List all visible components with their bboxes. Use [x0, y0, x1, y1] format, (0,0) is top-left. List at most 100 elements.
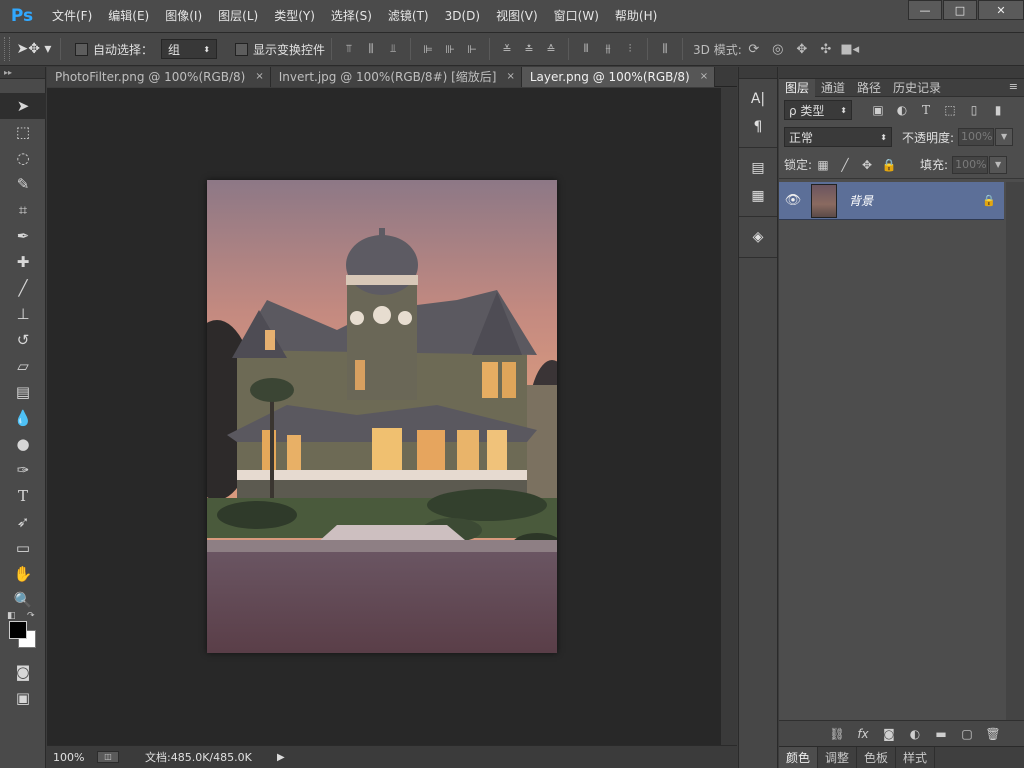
visibility-eye-icon[interactable]: 👁: [779, 193, 807, 208]
filter-smartobject-icon[interactable]: ▯: [962, 100, 986, 120]
menu-edit[interactable]: 编辑(E): [100, 0, 157, 33]
clone-stamp-tool-icon[interactable]: ⊥: [0, 301, 46, 327]
status-info-icon[interactable]: ◫: [97, 751, 119, 763]
opacity-dropdown-icon[interactable]: ▼: [995, 128, 1014, 146]
filter-toggle-icon[interactable]: ▮: [986, 100, 1010, 120]
hand-tool-icon[interactable]: ✋: [0, 561, 46, 587]
paragraph-panel-icon[interactable]: ¶: [739, 113, 777, 141]
close-icon[interactable]: ×: [700, 67, 708, 87]
blur-tool-icon[interactable]: 💧: [0, 405, 46, 431]
menu-layer[interactable]: 图层(L): [210, 0, 266, 33]
distribute-vcenter-icon[interactable]: ≛: [518, 38, 540, 60]
zoom-level[interactable]: 100%: [47, 751, 91, 764]
tab-swatches[interactable]: 色板: [857, 747, 897, 768]
link-layers-icon[interactable]: ⛓: [824, 727, 850, 741]
status-menu-arrow-icon[interactable]: ▶: [277, 752, 285, 763]
tab-photofilter[interactable]: PhotoFilter.png @ 100%(RGB/8) ×: [47, 67, 271, 87]
filter-type-icon[interactable]: T: [914, 100, 938, 120]
new-group-icon[interactable]: ▬: [928, 727, 954, 741]
slide-3d-icon[interactable]: ✣: [814, 38, 838, 60]
swap-colors-icon[interactable]: ↷: [27, 611, 35, 621]
menu-help[interactable]: 帮助(H): [607, 0, 665, 33]
tab-color[interactable]: 颜色: [779, 747, 819, 768]
move-tool-icon[interactable]: ➤: [0, 93, 46, 119]
align-left-icon[interactable]: ⊫: [417, 38, 439, 60]
document-image[interactable]: [207, 180, 557, 653]
restore-button[interactable]: □: [943, 0, 977, 20]
menu-type[interactable]: 类型(Y): [266, 0, 323, 33]
filter-pixel-icon[interactable]: ▣: [866, 100, 890, 120]
layer-style-fx-icon[interactable]: fx: [850, 727, 876, 741]
eyedropper-tool-icon[interactable]: ✒: [0, 223, 46, 249]
toolbox-collapse-icon[interactable]: ▸▸: [0, 67, 45, 79]
filter-adjustment-icon[interactable]: ◐: [890, 100, 914, 120]
lock-image-icon[interactable]: ╱: [834, 155, 856, 175]
dock-collapse-icon[interactable]: [739, 67, 777, 79]
drag-3d-icon[interactable]: ✥: [790, 38, 814, 60]
marquee-tool-icon[interactable]: ⬚: [0, 119, 46, 145]
3d-panel-icon[interactable]: ◈: [739, 223, 777, 251]
crop-tool-icon[interactable]: ⌗: [0, 197, 46, 223]
tab-styles[interactable]: 样式: [896, 747, 936, 768]
tab-paths[interactable]: 路径: [851, 79, 887, 97]
pen-tool-icon[interactable]: ✑: [0, 457, 46, 483]
lasso-tool-icon[interactable]: ◌: [0, 145, 46, 171]
notes-panel-icon[interactable]: ▦: [739, 182, 777, 210]
new-layer-icon[interactable]: ▢: [954, 727, 980, 741]
add-mask-icon[interactable]: ◙: [876, 727, 902, 741]
auto-align-icon[interactable]: ⫼: [654, 38, 676, 60]
distribute-left-icon[interactable]: ⫴: [575, 38, 597, 60]
tab-history[interactable]: 历史记录: [887, 79, 947, 97]
show-transform-checkbox[interactable]: [235, 42, 249, 56]
options-bar-grip[interactable]: [4, 37, 10, 61]
menu-select[interactable]: 选择(S): [323, 0, 380, 33]
tab-layers[interactable]: 图层: [779, 79, 816, 97]
default-colors-icon[interactable]: ◧: [7, 611, 16, 621]
brush-tool-icon[interactable]: ╱: [0, 275, 46, 301]
character-panel-icon[interactable]: A|: [739, 85, 777, 113]
tab-layer[interactable]: Layer.png @ 100%(RGB/8) ×: [521, 67, 716, 87]
auto-select-dropdown[interactable]: 组 ⬍: [161, 39, 218, 59]
align-right-icon[interactable]: ⊩: [461, 38, 483, 60]
lock-position-icon[interactable]: ✥: [856, 155, 878, 175]
menu-file[interactable]: 文件(F): [44, 0, 100, 33]
align-vcenter-icon[interactable]: ⫼: [360, 38, 382, 60]
distribute-top-icon[interactable]: ≚: [496, 38, 518, 60]
scale-3d-icon[interactable]: ■◂: [838, 38, 862, 60]
distribute-bottom-icon[interactable]: ≙: [540, 38, 562, 60]
healing-brush-tool-icon[interactable]: ✚: [0, 249, 46, 275]
tab-channels[interactable]: 通道: [815, 79, 851, 97]
align-hcenter-icon[interactable]: ⊪: [439, 38, 461, 60]
menu-window[interactable]: 窗口(W): [546, 0, 607, 33]
quick-select-tool-icon[interactable]: ✎: [0, 171, 46, 197]
fill-input[interactable]: 100%: [952, 155, 989, 174]
type-tool-icon[interactable]: T: [0, 483, 46, 509]
lock-transparent-icon[interactable]: ▦: [812, 155, 834, 175]
filter-type-dropdown[interactable]: ρ 类型 ⬍: [784, 100, 852, 120]
menu-view[interactable]: 视图(V): [488, 0, 546, 33]
move-tool-preset-icon[interactable]: ➤✥ ▾: [14, 37, 54, 61]
auto-select-checkbox[interactable]: [75, 42, 88, 56]
rotate-3d-icon[interactable]: ⟳: [742, 38, 766, 60]
menu-filter[interactable]: 滤镜(T): [380, 0, 437, 33]
menu-image[interactable]: 图像(I): [157, 0, 210, 33]
menu-3d[interactable]: 3D(D): [437, 0, 488, 33]
lock-all-icon[interactable]: 🔒: [878, 155, 900, 175]
layers-scrollbar[interactable]: [1006, 182, 1024, 720]
delete-layer-icon[interactable]: 🗑: [980, 727, 1006, 741]
close-icon[interactable]: ×: [255, 67, 263, 87]
canvas-vertical-scrollbar[interactable]: [721, 88, 737, 745]
layer-name[interactable]: 背景: [849, 192, 974, 209]
foreground-color-swatch[interactable]: [9, 621, 27, 639]
eraser-tool-icon[interactable]: ▱: [0, 353, 46, 379]
panel-menu-icon[interactable]: ≡: [1009, 80, 1018, 93]
zoom-tool-icon[interactable]: 🔍: [0, 587, 46, 613]
close-icon[interactable]: ×: [506, 67, 514, 87]
close-window-button[interactable]: ✕: [978, 0, 1024, 20]
tab-invert[interactable]: Invert.jpg @ 100%(RGB/8#) [缩放后] ×: [270, 67, 522, 87]
distribute-right-icon[interactable]: ⫶: [619, 38, 641, 60]
minimize-button[interactable]: —: [908, 0, 942, 20]
layers-panel-grip[interactable]: [779, 67, 1024, 79]
align-bottom-icon[interactable]: ⫫: [382, 38, 404, 60]
path-select-tool-icon[interactable]: ➶: [0, 509, 46, 535]
